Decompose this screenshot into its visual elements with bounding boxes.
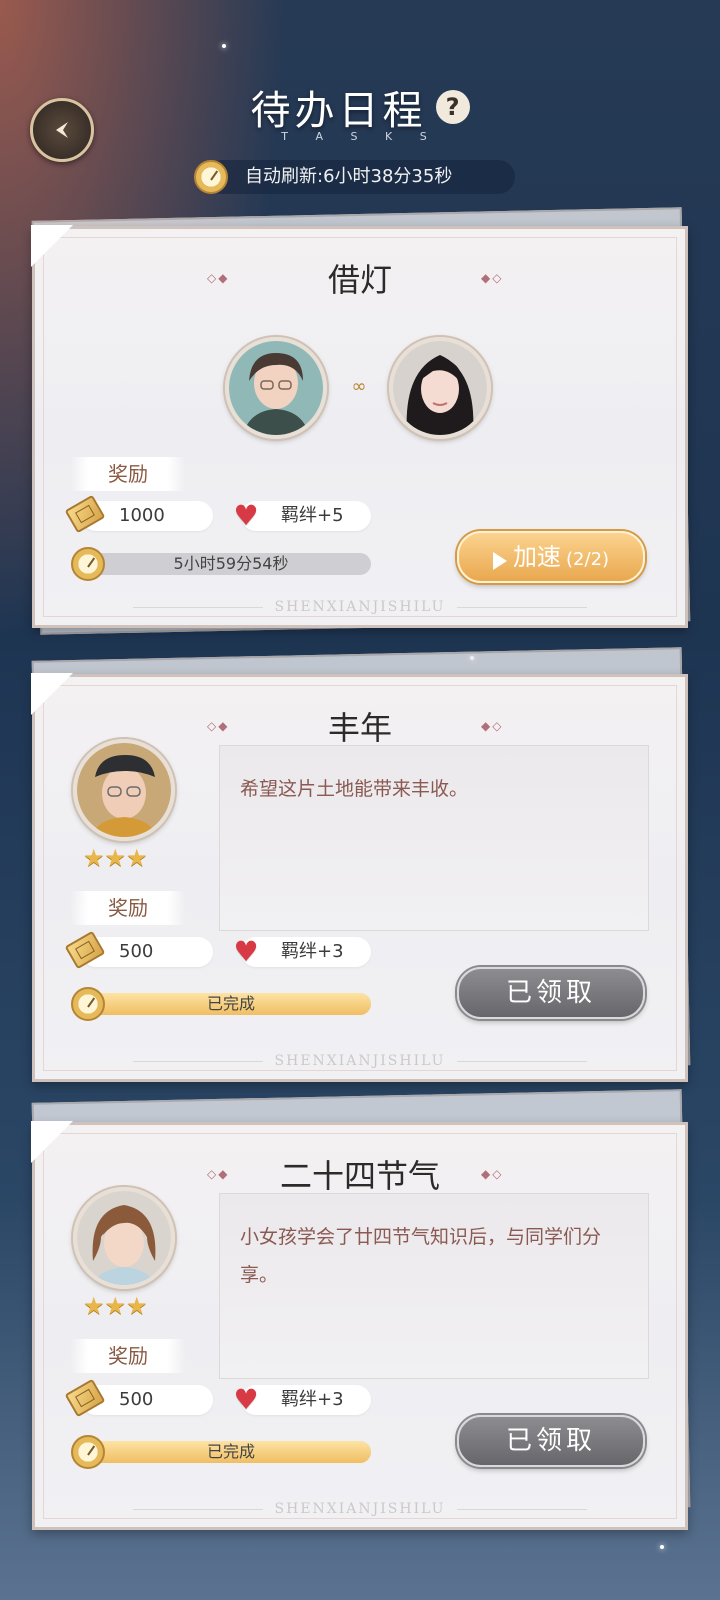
help-icon[interactable]: ? [435, 90, 470, 124]
currency-amount: 500 [119, 941, 154, 962]
task-status-text: 已完成 [206, 1442, 255, 1461]
bond-amount: 羁绊+3 [281, 941, 344, 962]
task-timer-bar: 5小时59分54秒 [91, 553, 371, 575]
star-icon: ★ [126, 844, 148, 872]
bond-amount: 羁绊+3 [281, 1389, 344, 1410]
reward-label: 奖励 [71, 891, 185, 925]
currency-amount: 500 [119, 1389, 154, 1410]
task-description: 希望这片土地能带来丰收。 [240, 778, 469, 800]
refresh-timer-text: 自动刷新:6小时38分35秒 [245, 166, 453, 187]
stopwatch-icon [71, 1435, 105, 1469]
header: 待办日程 ? [0, 78, 720, 136]
reward-label: 奖励 [71, 457, 185, 491]
star-icon: ★ [104, 1292, 127, 1320]
watermark: SHENXIANJISHILU [35, 1501, 685, 1517]
speed-up-button[interactable]: 加速 (2/2) [457, 531, 645, 583]
description-box: 小女孩学会了廿四节气知识后，与同学们分享。 [219, 1193, 649, 1379]
star-icon: ★ [83, 844, 105, 872]
heart-icon: ♥ [233, 499, 259, 532]
task-card-1: ◇◆ 借灯 ◆◇ ∞ 奖励 1000 羁绊+5 ♥ 5小时59分54秒 加速 (… [31, 225, 688, 628]
avatar-girl-portrait-icon [77, 1191, 171, 1285]
rating-stars: ★★★ [83, 1293, 167, 1319]
claimed-button[interactable]: 已领取 [457, 1415, 645, 1467]
avatar-woman-portrait-icon [393, 341, 487, 435]
title-deco-right: ◆◇ [481, 719, 504, 733]
card-title: 借灯 [327, 261, 392, 299]
sparkle [222, 44, 226, 48]
description-box: 希望这片土地能带来丰收。 [219, 745, 649, 931]
page-title: 待办日程 [250, 88, 427, 134]
title-deco-right: ◆◇ [481, 271, 504, 285]
stopwatch-icon [71, 547, 105, 581]
task-card-2: ◇◆ 丰年 ◆◇ ★★★ 希望这片土地能带来丰收。 奖励 500 羁绊+3 ♥ … [31, 673, 688, 1082]
task-status-text: 已完成 [206, 994, 255, 1013]
task-progress-bar: 已完成 [91, 1441, 371, 1463]
avatar-character-woman[interactable] [389, 337, 491, 439]
avatar-character-girl[interactable] [73, 1187, 175, 1289]
bond-amount: 羁绊+5 [281, 505, 344, 526]
rating-stars: ★★★ [83, 845, 167, 871]
avatar-character-man[interactable] [225, 337, 327, 439]
link-icon: ∞ [351, 376, 367, 397]
play-icon [492, 551, 507, 570]
task-timer-text: 5小时59分54秒 [173, 554, 289, 573]
heart-icon: ♥ [233, 935, 259, 968]
star-icon: ★ [83, 1292, 105, 1320]
star-icon: ★ [104, 844, 127, 872]
sparkle [660, 1545, 664, 1549]
task-description: 小女孩学会了廿四节气知识后，与同学们分享。 [240, 1226, 602, 1286]
watermark: SHENXIANJISHILU [35, 1053, 685, 1069]
claimed-button[interactable]: 已领取 [457, 967, 645, 1019]
title-deco-right: ◆◇ [481, 1167, 504, 1181]
stopwatch-icon [71, 987, 105, 1021]
stopwatch-icon [194, 160, 228, 194]
speed-up-label: 加速 [512, 543, 561, 571]
reward-label: 奖励 [71, 1339, 185, 1373]
avatar-elder-portrait-icon [77, 743, 171, 837]
refresh-timer-bar: 自动刷新:6小时38分35秒 [205, 160, 515, 194]
task-progress-bar: 已完成 [91, 993, 371, 1015]
speed-up-count: (2/2) [566, 549, 610, 570]
heart-icon: ♥ [233, 1383, 259, 1416]
avatar-man-portrait-icon [229, 341, 323, 435]
page-subtitle: T A S K S [281, 130, 439, 143]
avatar-character-elder[interactable] [73, 739, 175, 841]
star-icon: ★ [126, 1292, 148, 1320]
watermark: SHENXIANJISHILU [35, 599, 685, 615]
currency-amount: 1000 [119, 505, 165, 526]
task-card-3: ◇◆ 二十四节气 ◆◇ ★★★ 小女孩学会了廿四节气知识后，与同学们分享。 奖励… [31, 1121, 688, 1530]
